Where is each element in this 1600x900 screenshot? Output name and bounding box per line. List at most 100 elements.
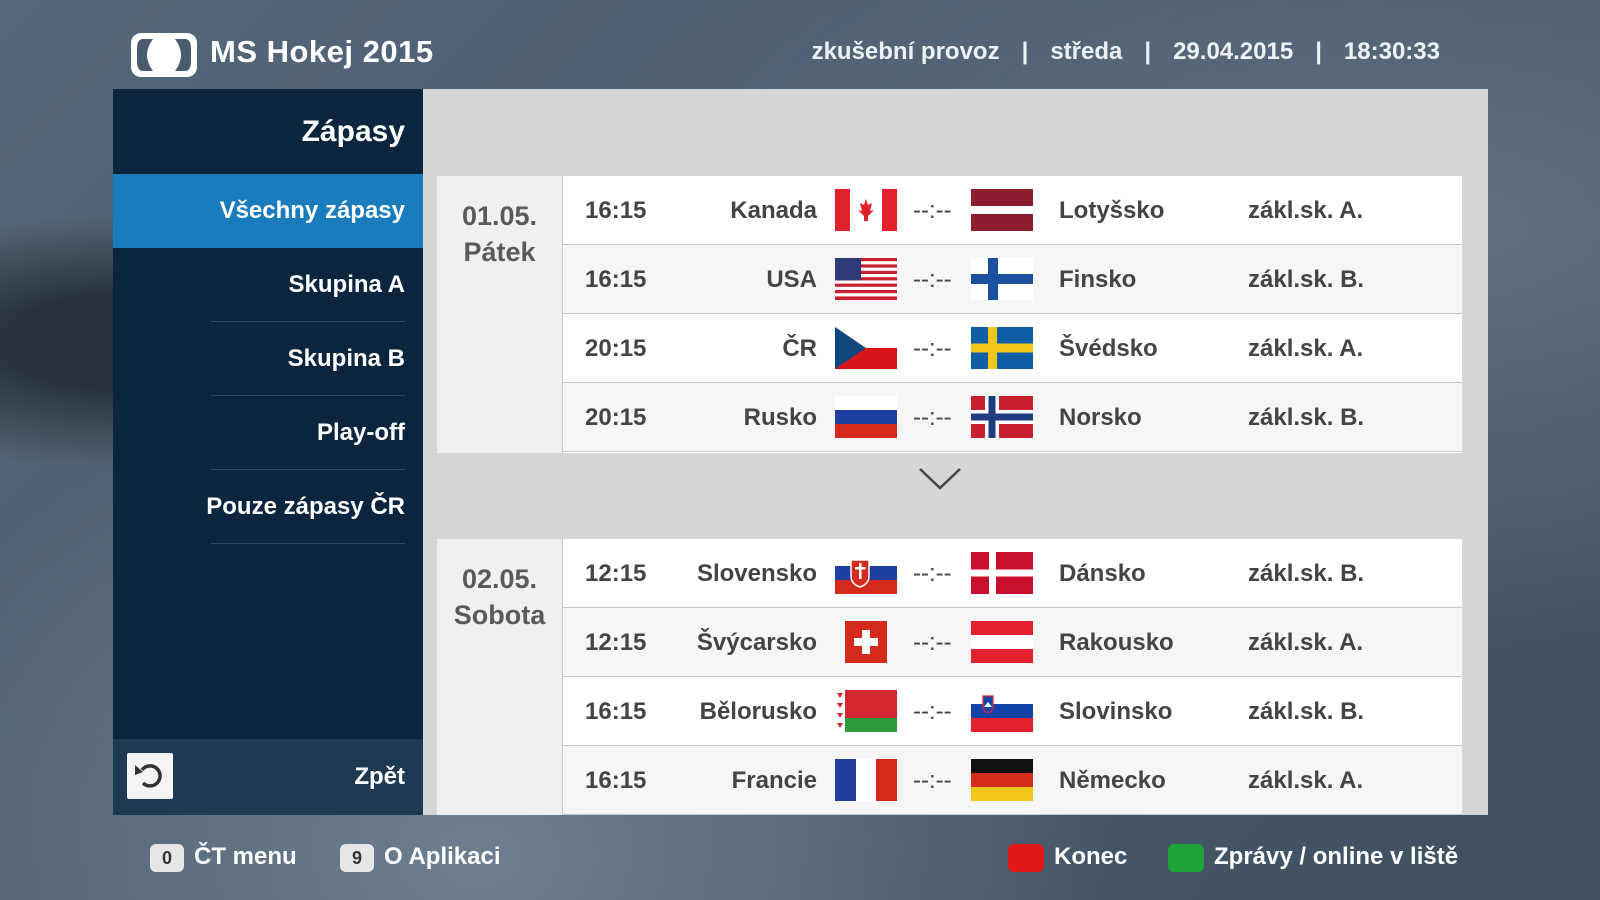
match-time: 20:15	[585, 404, 647, 431]
home-team: ČR	[782, 335, 817, 362]
match-score: --:--	[913, 197, 952, 224]
clock-label: 18:30:33	[1343, 38, 1440, 65]
back-label: Zpět	[354, 763, 405, 790]
match-row[interactable]: 20:15 ČR --:-- Švédsko zákl.sk. A.	[563, 314, 1462, 383]
footer-label: Konec	[1054, 843, 1128, 870]
sidebar-item-playoff[interactable]: Play-off	[113, 396, 423, 470]
footer-label: O Aplikaci	[384, 843, 501, 870]
match-row[interactable]: 16:15 Bělorusko --:-- Slovinsko zákl.sk.…	[563, 677, 1462, 746]
sidebar: Zápasy Všechny zápasy Skupina A Skupina …	[113, 89, 423, 815]
day-date: 01.05. Pátek	[437, 176, 563, 453]
away-team: Finsko	[1059, 266, 1137, 293]
match-group: zákl.sk. A.	[1248, 335, 1364, 362]
norway-flag-icon	[971, 396, 1033, 438]
ct-logo-icon	[131, 33, 197, 77]
away-team: Slovinsko	[1059, 698, 1173, 725]
match-group: zákl.sk. B.	[1248, 698, 1365, 725]
sidebar-item-label: Play-off	[316, 419, 405, 446]
match-score: --:--	[913, 404, 952, 431]
sidebar-title: Zápasy	[301, 115, 405, 148]
sidebar-item-label: Pouze zápasy ČR	[206, 493, 405, 520]
france-flag-icon	[835, 759, 897, 801]
sweden-flag-icon	[971, 327, 1033, 369]
matches-panel: 01.05. Pátek 16:15 Kanada --:-- Lotyšsko …	[423, 89, 1488, 815]
key-9-icon: 9	[340, 843, 374, 872]
match-score: --:--	[913, 767, 952, 794]
match-row[interactable]: 12:15 Švýcarsko --:-- Rakousko zákl.sk. …	[563, 608, 1462, 677]
divider	[211, 543, 405, 544]
canada-flag-icon	[835, 189, 897, 231]
away-team: Lotyšsko	[1059, 197, 1165, 224]
green-key-icon	[1168, 843, 1204, 872]
day-block: 01.05. Pátek 16:15 Kanada --:-- Lotyšsko …	[437, 176, 1462, 453]
separator: |	[1021, 38, 1029, 65]
sidebar-item-group-b[interactable]: Skupina B	[113, 322, 423, 396]
czech-flag-icon	[835, 327, 897, 369]
denmark-flag-icon	[971, 552, 1033, 594]
app-title: MS Hokej 2015	[210, 34, 434, 69]
match-time: 20:15	[585, 335, 647, 362]
footer-label: ČT menu	[194, 843, 297, 870]
separator: |	[1315, 38, 1322, 65]
sidebar-item-label: Všechny zápasy	[219, 197, 405, 224]
back-icon[interactable]	[127, 753, 173, 799]
austria-flag-icon	[971, 621, 1033, 663]
latvia-flag-icon	[971, 189, 1033, 231]
match-group: zákl.sk. B.	[1248, 266, 1365, 293]
match-time: 16:15	[585, 266, 647, 293]
header-info: zkušební provoz | středa | 29.04.2015 | …	[812, 38, 1440, 66]
sidebar-item-czech-only[interactable]: Pouze zápasy ČR	[113, 470, 423, 544]
home-team: Bělorusko	[699, 698, 817, 725]
away-team: Švédsko	[1059, 335, 1158, 362]
match-group: zákl.sk. A.	[1248, 197, 1364, 224]
back-button[interactable]: Zpět	[113, 739, 423, 815]
day-date: 02.05. Sobota	[437, 539, 563, 815]
footer-key-news[interactable]: Zprávy / online v liště	[1168, 843, 1458, 872]
russia-flag-icon	[835, 396, 897, 438]
footer-key-exit[interactable]: Konec	[1008, 843, 1127, 872]
sidebar-item-label: Skupina A	[288, 271, 405, 298]
footer-key-about[interactable]: 9 O Aplikaci	[340, 843, 500, 872]
match-row[interactable]: 16:15 Francie --:-- Německo zákl.sk. A.	[563, 746, 1462, 815]
slovenia-flag-icon	[971, 690, 1033, 732]
match-group: zákl.sk. A.	[1248, 767, 1364, 794]
key-0-icon: 0	[150, 843, 184, 872]
home-team: Švýcarsko	[696, 629, 817, 656]
chevron-down-icon[interactable]	[918, 466, 962, 492]
date-label: 29.04.2015	[1173, 38, 1294, 65]
match-score: --:--	[913, 560, 952, 587]
match-time: 12:15	[585, 629, 647, 656]
sidebar-item-group-a[interactable]: Skupina A	[113, 248, 423, 322]
match-row[interactable]: 16:15 Kanada --:-- Lotyšsko zákl.sk. A.	[563, 176, 1462, 245]
match-group: zákl.sk. B.	[1248, 560, 1365, 587]
day-block: 02.05. Sobota 12:15 Slovensko --:-- Dánsk…	[437, 539, 1462, 815]
match-time: 16:15	[585, 767, 647, 794]
match-row[interactable]: 12:15 Slovensko --:-- Dánsko zákl.sk. B.	[563, 539, 1462, 608]
match-time: 12:15	[585, 560, 647, 587]
footer-key-ct-menu[interactable]: 0 ČT menu	[150, 843, 297, 872]
usa-flag-icon	[835, 258, 897, 300]
match-group: zákl.sk. A.	[1248, 629, 1364, 656]
footer-label: Zprávy / online v liště	[1214, 843, 1459, 870]
home-team: USA	[766, 266, 817, 293]
home-team: Kanada	[730, 197, 817, 224]
match-row[interactable]: 20:15 Rusko --:-- Norsko zákl.sk. B.	[563, 383, 1462, 452]
match-score: --:--	[913, 629, 952, 656]
mode-label: zkušební provoz	[811, 38, 1000, 65]
sidebar-item-all-matches[interactable]: Všechny zápasy	[113, 174, 423, 248]
match-score: --:--	[913, 266, 952, 293]
home-team: Francie	[731, 767, 817, 794]
match-row[interactable]: 16:15 USA --:-- Finsko zákl.sk. B.	[563, 245, 1462, 314]
germany-flag-icon	[971, 759, 1033, 801]
red-key-icon	[1008, 843, 1044, 872]
home-team: Slovensko	[696, 560, 817, 587]
home-team: Rusko	[743, 404, 817, 431]
away-team: Rakousko	[1059, 629, 1174, 656]
match-score: --:--	[913, 698, 952, 725]
match-time: 16:15	[585, 698, 647, 725]
match-score: --:--	[913, 335, 952, 362]
slovakia-flag-icon	[835, 552, 897, 594]
switzerland-flag-icon	[845, 621, 887, 663]
match-time: 16:15	[585, 197, 647, 224]
match-group: zákl.sk. B.	[1248, 404, 1365, 431]
